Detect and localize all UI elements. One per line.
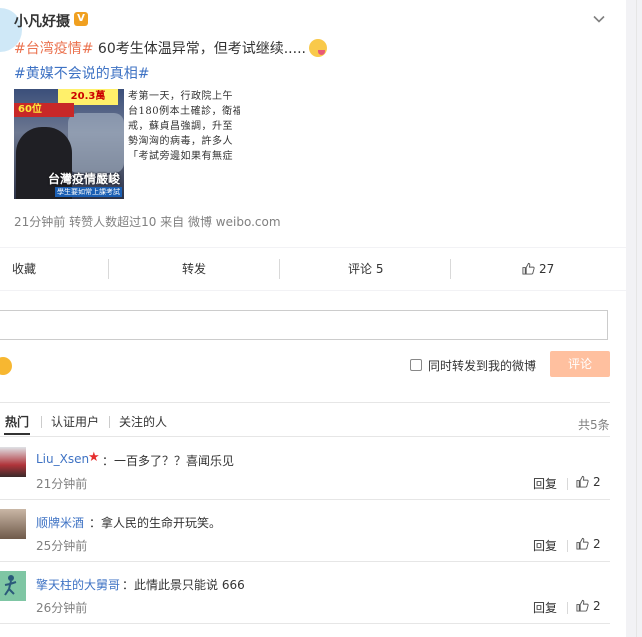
reply-button[interactable]: 回复	[533, 537, 557, 554]
thumb-up-icon	[576, 475, 589, 488]
emoji-icon	[308, 39, 327, 57]
comment-like-count: 2	[593, 537, 601, 551]
divider	[0, 402, 610, 403]
post-body-text: 60考生体温异常，但考试继续.....	[93, 41, 306, 57]
comment-time: 26分钟前	[36, 601, 88, 615]
comment-input[interactable]	[0, 310, 608, 340]
tab-hot[interactable]: 热门	[5, 413, 29, 430]
verified-badge-icon: V	[74, 12, 88, 26]
image-red-label: 60位	[14, 103, 74, 117]
avatar[interactable]	[0, 509, 26, 539]
commenter-name[interactable]: 顺牌米酒	[36, 514, 84, 531]
repost-button[interactable]: 转发	[182, 248, 206, 290]
post-image-2[interactable]: 考第一天，行政院上午 台180例本土確診，衛福 戒，蘇貞昌強調，升至 勢洶洶的病…	[124, 89, 240, 165]
avatar[interactable]	[0, 447, 26, 477]
image-backpacks	[68, 113, 124, 173]
action-divider	[279, 259, 280, 279]
comment-time: 21分钟前	[36, 477, 88, 491]
action-divider	[108, 259, 109, 279]
repost-checkbox-label: 同时转发到我的微博	[428, 359, 537, 373]
comment-time: 25分钟前	[36, 539, 88, 553]
like-count: 27	[539, 262, 555, 276]
comment-text: ：一百多了？？喜闻乐见	[102, 454, 235, 468]
comment-text: ：拿人民的生命开玩笑。	[89, 516, 222, 530]
post-meta: 21分钟前 转赞人数超过10 来自 微博 weibo.com	[14, 215, 281, 229]
post-text: #台湾疫情# 60考生体温异常，但考试继续.....	[14, 38, 327, 58]
comment-like-count: 2	[593, 475, 601, 489]
post-actions-bar: 收藏 转发 评论 5 27	[0, 247, 626, 290]
image-text-line: 考第一天，行政院上午	[128, 91, 233, 102]
thumb-up-icon	[522, 262, 535, 275]
like-button[interactable]: 27	[522, 248, 554, 290]
image-text-line: 勢洶洶的病毒，許多人	[128, 136, 233, 147]
tab-divider	[109, 416, 110, 428]
submit-comment-button[interactable]: 评论	[550, 351, 610, 377]
tab-active-indicator	[4, 433, 30, 435]
runner-figure-icon	[4, 575, 17, 596]
tab-verified-users[interactable]: 认证用户	[51, 413, 99, 430]
reply-button[interactable]: 回复	[533, 475, 557, 492]
avatar[interactable]	[0, 571, 26, 601]
image-caption-sub: 學生要如常上課考試	[55, 187, 122, 197]
topic-link-truth[interactable]: #黄媒不会说的真相#	[14, 66, 149, 82]
like-divider	[567, 478, 568, 490]
post-card: 小凡好摄 V #台湾疫情# 60考生体温异常，但考试继续..... #黄媒不会说…	[0, 0, 626, 290]
divider	[0, 499, 610, 500]
repost-checkbox[interactable]	[410, 359, 422, 371]
comment-like-button[interactable]: 2	[576, 537, 601, 551]
action-divider	[450, 259, 451, 279]
reply-button[interactable]: 回复	[533, 599, 557, 616]
comment-total: 共5条	[578, 418, 610, 432]
like-divider	[567, 540, 568, 552]
image-text-line: 「考試旁邊如果有無症	[128, 151, 233, 162]
tab-following[interactable]: 关注的人	[119, 413, 167, 430]
image-text-line: 台180例本土確診，衛福	[128, 106, 240, 117]
commenter-name[interactable]: Liu_Xsen	[36, 452, 89, 466]
post-topic-line: #黄媒不会说的真相#	[14, 63, 149, 83]
commenter-name[interactable]: 擎天柱的大舅哥	[36, 576, 120, 593]
comment-button[interactable]: 评论 5	[348, 248, 383, 290]
star-icon: ★	[88, 450, 100, 465]
author-name[interactable]: 小凡好摄	[14, 11, 70, 31]
tab-divider	[41, 416, 42, 428]
comment-like-count: 2	[593, 599, 601, 613]
comment-like-button[interactable]: 2	[576, 475, 601, 489]
thumb-up-icon	[576, 599, 589, 612]
divider	[0, 561, 610, 562]
favorite-button[interactable]: 收藏	[12, 248, 36, 290]
topic-link-taiwan[interactable]: #台湾疫情#	[14, 41, 93, 57]
chevron-down-icon[interactable]	[592, 12, 606, 26]
post-image-1[interactable]: 20.3萬 60位 台灣疫情嚴峻 學生要如常上課考試	[14, 89, 124, 199]
right-edge-divider	[636, 0, 637, 637]
comment-like-button[interactable]: 2	[576, 599, 601, 613]
image-text-line: 戒，蘇貞昌強調，升至	[128, 121, 233, 132]
thumb-up-icon	[576, 537, 589, 550]
emoji-picker-icon[interactable]	[0, 357, 12, 375]
divider	[0, 623, 610, 624]
comments-panel: 同时转发到我的微博 评论 热门 认证用户 关注的人 共5条 Liu_Xsen ★…	[0, 291, 626, 637]
image-caption: 台灣疫情嚴峻	[47, 172, 120, 186]
divider	[0, 436, 610, 437]
like-divider	[567, 602, 568, 614]
comment-text: ：此情此景只能说 666	[122, 578, 245, 592]
